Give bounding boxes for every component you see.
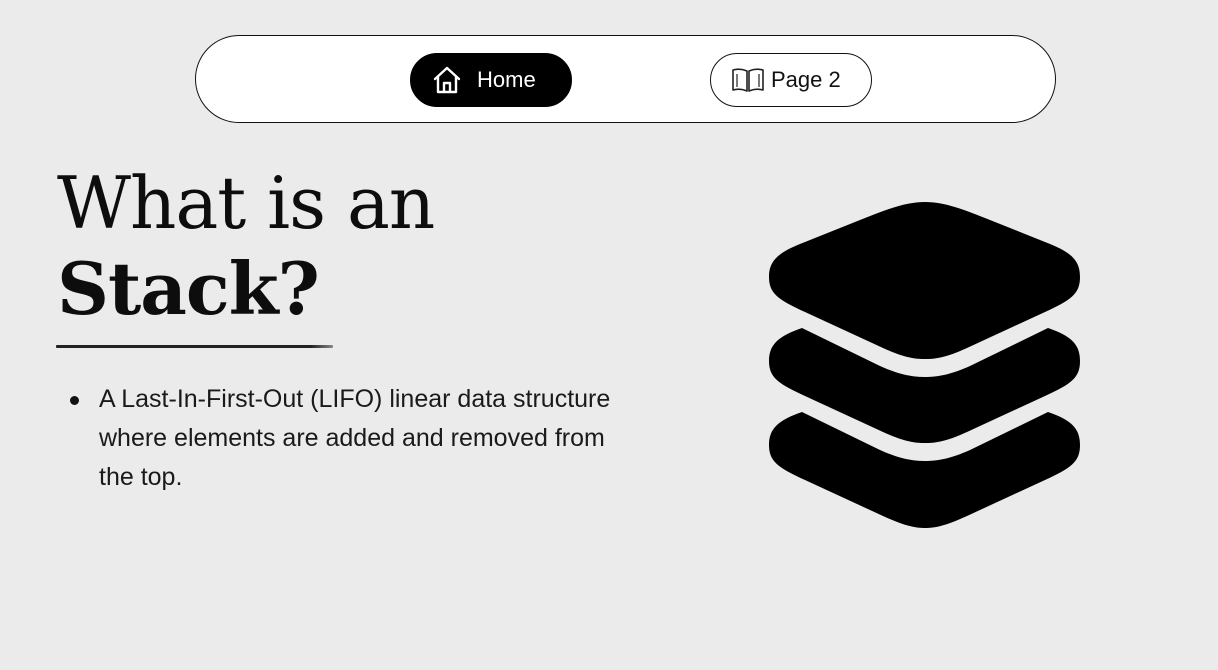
nav-bar: Home Page 2 [195,35,1056,123]
open-book-icon [731,66,765,94]
list-item: A Last-In-First-Out (LIFO) linear data s… [65,380,625,497]
bullet-text: A Last-In-First-Out (LIFO) linear data s… [99,385,611,491]
title-line-2: Stack? [57,246,320,331]
page-2-label: Page 2 [771,67,841,92]
title-line-1: What is an [57,161,435,245]
title-divider [56,345,333,348]
home-label: Home [477,67,536,92]
page-title: What is an Stack? [57,160,435,332]
bullet-list: A Last-In-First-Out (LIFO) linear data s… [65,380,625,497]
stack-layers-icon [765,198,1085,532]
page-2-button[interactable]: Page 2 [710,53,872,107]
home-icon [431,64,463,96]
home-button[interactable]: Home [410,53,572,107]
bullet-dot [70,396,79,405]
